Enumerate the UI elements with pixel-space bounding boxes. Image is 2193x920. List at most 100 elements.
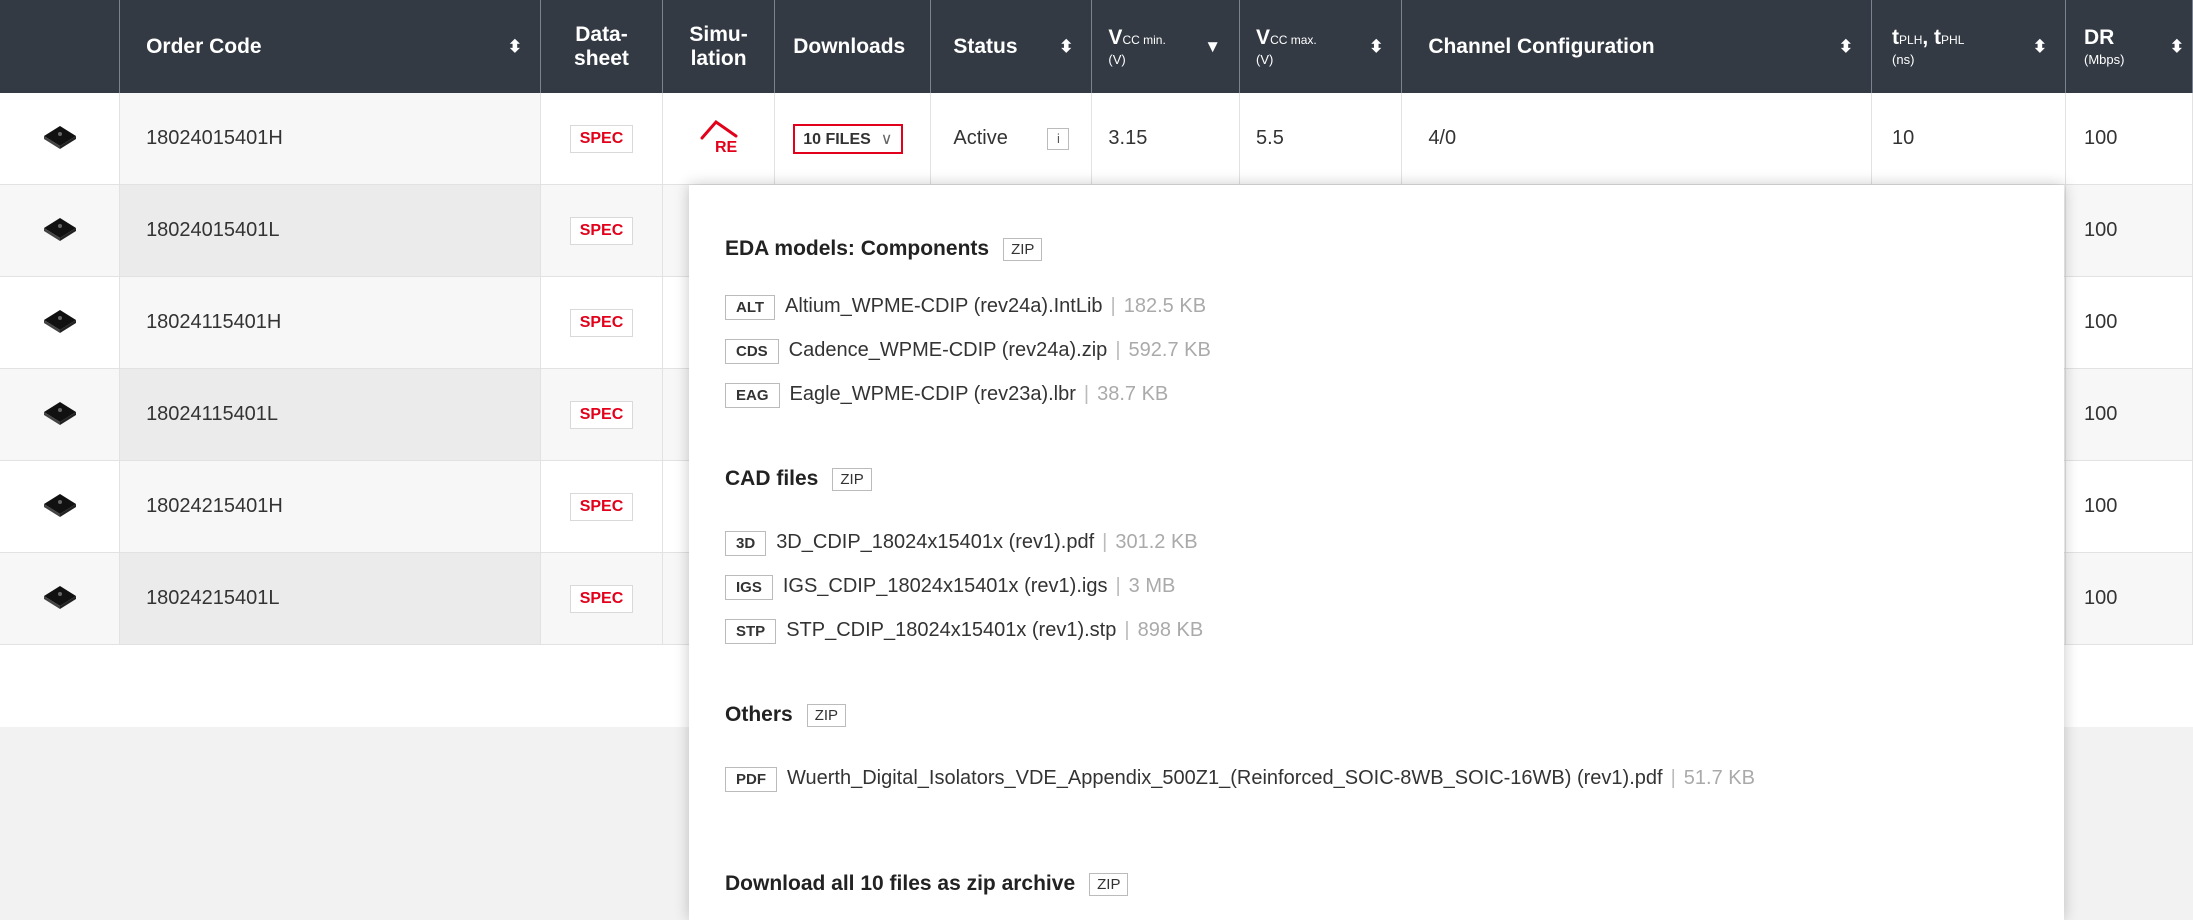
file-download-link[interactable]: IGS IGS_CDIP_18024x15401x (rev1).igs | 3 MB (725, 575, 1175, 600)
dr-cell: 100 (2065, 184, 2193, 277)
product-icon-cell (0, 93, 121, 185)
file-download-link[interactable]: 3D 3D_CDIP_18024x15401x (rev1).pdf | 301.2 … (725, 531, 1198, 556)
product-icon-cell (0, 552, 121, 645)
info-button[interactable]: i (1047, 127, 1070, 150)
chip-icon (40, 489, 80, 525)
dr-cell: 100 (2065, 552, 2193, 645)
sort-icon[interactable]: ⬍ (508, 37, 522, 57)
spec-link[interactable]: SPEC (569, 308, 634, 337)
chip-icon (40, 397, 80, 433)
product-icon-cell (0, 460, 121, 553)
file-type-badge: STP (725, 619, 777, 644)
separator: | (1115, 339, 1121, 361)
product-icon-cell (0, 368, 121, 461)
simulation-cell: RE (662, 93, 776, 185)
file-type-badge: EAG (725, 383, 780, 408)
separator: | (1083, 383, 1090, 405)
channel-config-cell: 4/0 (1401, 93, 1873, 185)
file-name: 3D_CDIP_18024x15401x (rev1).pdf (776, 531, 1095, 553)
datasheet-cell: SPEC (540, 276, 663, 369)
datasheet-cell: SPEC (540, 552, 663, 645)
file-size: 301.2 KB (1115, 531, 1198, 553)
sort-icon[interactable]: ⬍ (2033, 37, 2047, 57)
file-download-link[interactable]: EAG Eagle_WPME-CDIP (rev23a).lbr | 38.7 KB (725, 383, 1168, 408)
file-name: Altium_WPME-CDIP (rev24a).IntLib (785, 295, 1103, 317)
header-channel-config[interactable]: Channel Configuration ⬍ (1401, 0, 1873, 93)
download-all-link[interactable]: Download all 10 files as zip archive ZIP (725, 872, 1129, 896)
status-cell: Active i (930, 93, 1093, 185)
dr-cell: 100 (2065, 93, 2193, 185)
zip-download-button[interactable]: ZIP (1003, 237, 1043, 261)
dr-cell: 100 (2065, 460, 2193, 553)
file-type-badge: IGS (725, 575, 773, 600)
header-status[interactable]: Status ⬍ (930, 0, 1093, 93)
file-type-badge: CDS (725, 339, 779, 364)
header-downloads: Downloads (774, 0, 932, 93)
downloads-cell: 10 FILES ∨ (774, 93, 932, 185)
header-datasheet: Data- sheet (540, 0, 663, 93)
file-type-badge: ALT (725, 295, 776, 320)
file-size: 51.7 KB (1683, 767, 1755, 789)
file-type-badge: PDF (725, 767, 777, 792)
order-code-cell: 18024015401L (119, 184, 541, 277)
table-row[interactable]: 18024015401H SPEC RE 10 FILES ∨ Active i 3.15 5.… (0, 93, 2193, 185)
dr-cell: 100 (2065, 368, 2193, 461)
separator: | (1670, 767, 1676, 789)
datasheet-cell: SPEC (540, 184, 663, 277)
file-download-link[interactable]: PDF Wuerth_Digital_Isolators_VDE_Appendix… (725, 767, 1755, 792)
order-code-cell: 18024015401H (119, 93, 541, 185)
chip-icon (40, 213, 80, 249)
file-type-badge: 3D (725, 531, 767, 556)
spec-link[interactable]: SPEC (569, 124, 634, 153)
sort-icon[interactable]: ⬍ (1839, 37, 1853, 57)
file-name: STP_CDIP_18024x15401x (rev1).stp (786, 619, 1117, 641)
separator: | (1115, 575, 1121, 597)
sort-icon[interactable]: ⬍ (1369, 37, 1383, 57)
header-vcc-max[interactable]: VCC max. (V) ⬍ (1239, 0, 1403, 93)
order-code-cell: 18024115401H (119, 276, 541, 369)
sort-desc-icon[interactable]: ▼ (1204, 37, 1221, 57)
files-dropdown-button[interactable]: 10 FILES ∨ (793, 123, 903, 154)
file-group-title: Others ZIP (725, 703, 847, 727)
file-download-link[interactable]: ALT Altium_WPME-CDIP (rev24a).IntLib | 182.… (725, 295, 1206, 320)
datasheet-cell: SPEC (540, 93, 663, 185)
file-name: IGS_CDIP_18024x15401x (rev1).igs (782, 575, 1108, 597)
chevron-down-icon: ∨ (880, 130, 893, 148)
header-dr[interactable]: DR (Mbps) ⬍ (2065, 0, 2193, 93)
header-tplh-tphl[interactable]: tPLH, tPHL (ns) ⬍ (1871, 0, 2067, 93)
redexpert-icon[interactable]: RE (698, 116, 740, 162)
file-download-link[interactable]: CDS Cadence_WPME-CDIP (rev24a).zip | 592.7 … (725, 339, 1211, 364)
separator: | (1102, 531, 1108, 553)
downloads-dropdown: EDA models: Components ZIP ALT Altium_WPME-… (689, 185, 2064, 920)
zip-download-button[interactable]: ZIP (806, 703, 847, 727)
table-header-row: Order Code ⬍ Data- sheet Simu- lation Do… (0, 0, 2193, 93)
sort-icon[interactable]: ⬍ (2170, 37, 2184, 57)
product-icon-cell (0, 184, 121, 277)
separator: | (1110, 295, 1116, 317)
zip-download-button[interactable]: ZIP (832, 467, 872, 491)
spec-link[interactable]: SPEC (569, 216, 634, 245)
header-icon-col (0, 0, 121, 93)
dr-cell: 100 (2065, 276, 2193, 369)
header-order-code[interactable]: Order Code ⬍ (119, 0, 541, 93)
sort-icon[interactable]: ⬍ (1059, 37, 1073, 57)
separator: | (1124, 619, 1130, 641)
header-vcc-min[interactable]: VCC min. (V) ▼ (1091, 0, 1241, 93)
order-code-cell: 18024215401H (119, 460, 541, 553)
zip-download-button[interactable]: ZIP (1089, 872, 1129, 896)
spec-link[interactable]: SPEC (569, 492, 634, 521)
spec-link[interactable]: SPEC (569, 584, 634, 613)
file-group-title: EDA models: Components ZIP (725, 237, 1043, 261)
file-download-link[interactable]: STP STP_CDIP_18024x15401x (rev1).stp | 898 … (725, 619, 1203, 644)
spec-link[interactable]: SPEC (569, 400, 634, 429)
chip-icon (40, 581, 80, 617)
file-size: 3 MB (1128, 575, 1176, 597)
tplh-cell: 10 (1871, 93, 2067, 185)
vcc-min-cell: 3.15 (1091, 93, 1241, 185)
datasheet-cell: SPEC (540, 460, 663, 553)
order-code-cell: 18024215401L (119, 552, 541, 645)
datasheet-cell: SPEC (540, 368, 663, 461)
file-name: Cadence_WPME-CDIP (rev24a).zip (788, 339, 1108, 361)
product-icon-cell (0, 276, 121, 369)
chip-icon (40, 121, 80, 157)
